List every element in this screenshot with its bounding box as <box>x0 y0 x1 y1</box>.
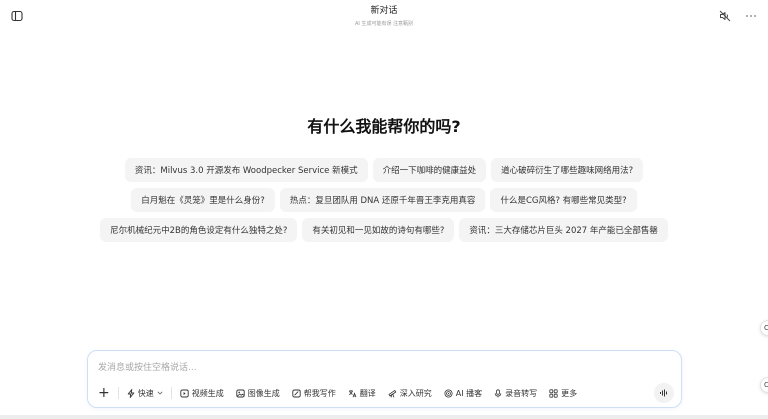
suggestion-chip[interactable]: 白月魁在《灵笼》里是什么身份? <box>131 188 275 212</box>
welcome-heading: 有什么我能帮你的吗? <box>307 117 461 136</box>
chat-app: 新对话 AI 生成可能有误 注意甄别 有什么我能帮你的吗? 资讯：Milvus … <box>0 0 768 419</box>
telescope-icon <box>388 389 396 398</box>
suggestion-row: 尼尔机械纪元中2B的角色设定有什么独特之处? 有关初见和一见如故的诗句有哪些? … <box>100 218 668 242</box>
translate-label: 翻译 <box>359 388 376 398</box>
grid-icon <box>549 388 558 398</box>
suggestion-row: 资讯：Milvus 3.0 开源发布 Woodpecker Service 新模… <box>124 158 644 182</box>
chat-title: 新对话 <box>370 6 398 16</box>
lightning-icon <box>127 388 134 398</box>
suggestion-chip[interactable]: 热点：复旦团队用 DNA 还原千年晋王李克用真容 <box>279 188 486 212</box>
speaker-muted-icon <box>719 10 731 22</box>
ellipsis-icon <box>746 15 756 17</box>
suggestion-chip[interactable]: 有关初见和一见如故的诗句有哪些? <box>302 218 455 242</box>
deep-research-label: 深入研究 <box>399 388 432 398</box>
suggestion-list: 资讯：Milvus 3.0 开源发布 Woodpecker Service 新模… <box>0 158 768 242</box>
more-options-button[interactable] <box>744 9 758 23</box>
suggestion-chip[interactable]: 什么是CG风格? 有哪些常见类型? <box>490 188 637 212</box>
image-icon <box>236 389 245 397</box>
quick-mode-label: 快速 <box>137 388 154 398</box>
video-icon <box>180 389 189 397</box>
translate-button[interactable]: 翻译 <box>342 384 382 402</box>
toolbar-divider <box>117 387 119 399</box>
chevron-down-icon <box>157 391 163 395</box>
header-disclaimer: AI 生成可能有误 注意甄别 <box>354 21 414 27</box>
image-generation-button[interactable]: 图像生成 <box>230 384 286 402</box>
suggestion-chip[interactable]: 资讯：Milvus 3.0 开源发布 Woodpecker Service 新模… <box>124 158 368 182</box>
floating-side-button[interactable]: C <box>760 320 768 336</box>
writing-assistant-label: 帮我写作 <box>303 388 336 398</box>
transcribe-label: 录音转写 <box>505 388 538 398</box>
quick-mode-toggle[interactable]: 快速 <box>121 384 169 402</box>
video-generation-label: 视频生成 <box>191 388 224 398</box>
plus-icon: + <box>98 385 110 401</box>
podcast-icon <box>444 389 453 397</box>
deep-research-button[interactable]: 深入研究 <box>382 384 438 402</box>
voice-wave-icon <box>660 389 667 397</box>
video-generation-button[interactable]: 视频生成 <box>174 384 230 402</box>
header: 新对话 AI 生成可能有误 注意甄别 <box>0 6 768 28</box>
header-actions <box>718 9 758 23</box>
suggestion-chip[interactable]: 介绍一下咖啡的健康益处 <box>372 158 487 182</box>
ai-podcast-button[interactable]: AI 播客 <box>438 384 488 402</box>
floating-side-icon: C <box>764 381 768 389</box>
writing-assistant-button[interactable]: 帮我写作 <box>286 384 342 402</box>
voice-input-button[interactable] <box>654 383 674 403</box>
image-generation-label: 图像生成 <box>247 388 280 398</box>
mute-button[interactable] <box>718 9 732 23</box>
suggestion-chip[interactable]: 资讯：三大存储芯片巨头 2027 年产能已全部售罄 <box>459 218 668 242</box>
toolbar-divider <box>170 387 172 399</box>
floating-side-icon: C <box>764 324 768 332</box>
microphone-icon <box>494 388 502 397</box>
more-tools-button[interactable]: 更多 <box>543 384 583 402</box>
message-composer: + 快速 视频生成 <box>87 350 682 408</box>
floating-side-button[interactable]: C <box>760 377 768 393</box>
suggestion-chip[interactable]: 道心破碎衍生了哪些趣味网络用法? <box>491 158 644 182</box>
transcribe-button[interactable]: 录音转写 <box>488 384 543 402</box>
bottom-scroll-strip <box>0 415 768 419</box>
more-tools-label: 更多 <box>561 388 578 398</box>
translate-icon <box>348 389 357 397</box>
message-input[interactable] <box>98 361 658 375</box>
pen-box-icon <box>292 389 301 397</box>
composer-toolbar: + 快速 视频生成 图像生成 帮我写作 翻译 深入研究 AI 播客 录音转写 更… <box>96 384 583 402</box>
suggestion-row: 白月魁在《灵笼》里是什么身份? 热点：复旦团队用 DNA 还原千年晋王李克用真容… <box>131 188 637 212</box>
ai-podcast-label: AI 播客 <box>455 388 483 398</box>
suggestion-chip[interactable]: 尼尔机械纪元中2B的角色设定有什么独特之处? <box>100 218 298 242</box>
attach-button[interactable]: + <box>96 384 116 402</box>
